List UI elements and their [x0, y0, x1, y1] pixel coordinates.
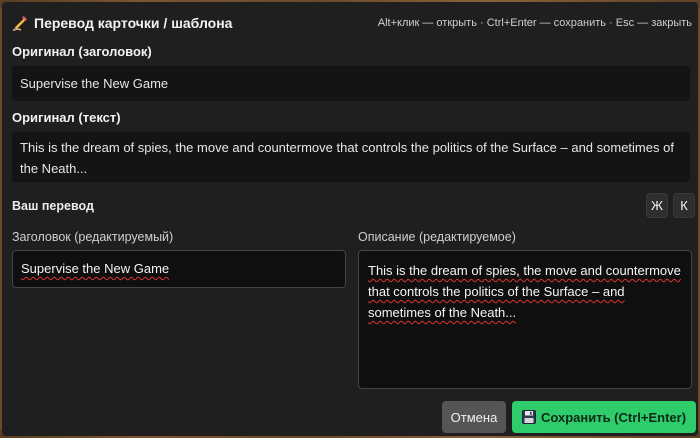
original-title-label: Оригинал (заголовок)	[12, 44, 152, 59]
original-text-content: This is the dream of spies, the move and…	[20, 140, 674, 176]
save-button-label: Сохранить (Ctrl+Enter)	[540, 409, 687, 425]
bold-button[interactable]: Ж	[646, 193, 668, 218]
title-wrap: Перевод карточки / шаблона	[12, 15, 232, 31]
description-textarea[interactable]: This is the dream of spies, the move and…	[358, 250, 692, 389]
title-input-value: Supervise the New Game	[21, 261, 170, 276]
cancel-button[interactable]: Отмена	[442, 401, 506, 433]
your-translation-label: Ваш перевод	[12, 199, 94, 213]
description-textarea-value: This is the dream of spies, the move and…	[368, 263, 681, 320]
title-input[interactable]: Supervise the New Game	[12, 250, 346, 288]
dialog-title: Перевод карточки / шаблона	[34, 15, 233, 31]
description-field-label: Описание (редактируемое)	[358, 230, 516, 244]
original-text-box: This is the dream of spies, the move and…	[12, 132, 690, 182]
translation-dialog: Перевод карточки / шаблона Alt+клик — от…	[2, 2, 698, 436]
original-text-label: Оригинал (текст)	[12, 110, 121, 125]
original-title-text: Supervise the New Game	[20, 76, 169, 91]
title-field-label: Заголовок (редактируемый)	[12, 230, 174, 244]
pencil-writing-icon	[12, 15, 28, 31]
dialog-titlebar: Перевод карточки / шаблона Alt+клик — от…	[12, 13, 692, 33]
floppy-disk-icon	[521, 410, 536, 424]
original-title-box: Supervise the New Game	[12, 66, 690, 101]
shortcut-hint: Alt+клик — открыть · Ctrl+Enter — сохран…	[377, 17, 692, 29]
italic-button[interactable]: К	[673, 193, 695, 218]
save-button[interactable]: Сохранить (Ctrl+Enter)	[512, 401, 696, 433]
